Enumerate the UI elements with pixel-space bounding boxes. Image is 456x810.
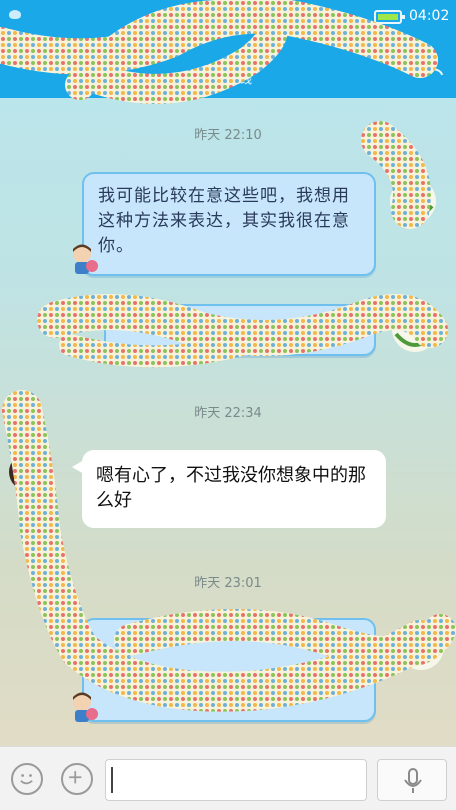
sticker-kid-icon: [73, 692, 98, 722]
message-timestamp: 昨天 22:34: [194, 406, 262, 421]
avatar-wreath-icon[interactable]: [390, 304, 440, 354]
emoji-icon[interactable]: [11, 763, 43, 795]
message-bubble[interactable]: [82, 618, 376, 722]
message-timestamp: 昨天 23:01: [194, 576, 262, 591]
text-cursor: [111, 767, 113, 793]
avatar-wreath-icon[interactable]: [396, 622, 446, 672]
online-status: 手机在线: [203, 72, 252, 86]
status-time: 04:02: [409, 8, 450, 24]
message-timestamp: 昨天 22:10: [194, 128, 262, 143]
voice-button[interactable]: [377, 759, 447, 801]
message-input[interactable]: [105, 759, 367, 801]
battery-icon: [374, 10, 405, 24]
message-text: 我可能比较在意这些吧，我想用这种方法来表达，其实我很在意你。: [98, 186, 350, 256]
plus-circle-icon[interactable]: [61, 763, 93, 795]
microphone-icon: [404, 768, 422, 793]
avatar-wreath-icon[interactable]: [388, 176, 438, 226]
title-bar: 04:02 手机在线: [0, 0, 456, 98]
message-text: 嗯有心了，不过我没你想象中的那么好: [96, 465, 366, 511]
input-bar: [0, 746, 456, 810]
contact-avatar[interactable]: [8, 452, 48, 492]
notification-icon: [9, 10, 21, 19]
person-icon[interactable]: [418, 50, 444, 76]
message-bubble[interactable]: [104, 304, 376, 356]
sticker-kid-icon: [73, 244, 98, 274]
message-bubble[interactable]: 我可能比较在意这些吧，我想用这种方法来表达，其实我很在意你。: [82, 172, 376, 276]
message-bubble[interactable]: 嗯有心了，不过我没你想象中的那么好: [72, 450, 386, 528]
